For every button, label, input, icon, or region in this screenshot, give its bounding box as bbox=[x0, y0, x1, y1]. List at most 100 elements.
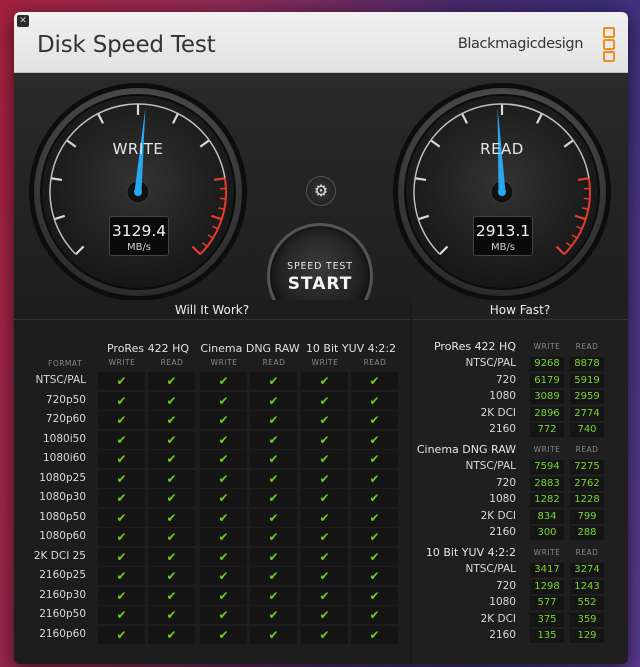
how-fast-read-value: 552 bbox=[570, 596, 604, 610]
read-gauge-dial bbox=[393, 83, 611, 301]
format-row-label: 2160p60 bbox=[39, 627, 86, 640]
how-fast-group-header: Cinema DNG RAW bbox=[416, 443, 516, 456]
how-fast-row-label: 1080 bbox=[489, 390, 516, 402]
how-fast-read-value: 1243 bbox=[570, 579, 604, 594]
format-row-label: 1080p30 bbox=[39, 491, 86, 503]
how-fast-read-value: 359 bbox=[570, 612, 604, 627]
will-it-work-group-header: Cinema DNG RAW bbox=[200, 342, 300, 355]
compatibility-check-icon: ✔ bbox=[351, 430, 398, 449]
will-it-work-write-subheader: WRITE bbox=[311, 358, 339, 367]
format-row-label: NTSC/PAL bbox=[35, 374, 87, 386]
compatibility-check-icon: ✔ bbox=[98, 450, 145, 468]
format-row-label: 720p50 bbox=[45, 393, 86, 406]
how-fast-write-value: 300 bbox=[530, 526, 564, 540]
compatibility-check-icon: ✔ bbox=[250, 547, 297, 566]
compatibility-check-icon: ✔ bbox=[200, 547, 247, 566]
compatibility-check-icon: ✔ bbox=[98, 586, 145, 605]
compatibility-check-icon: ✔ bbox=[98, 411, 145, 429]
compatibility-check-icon: ✔ bbox=[250, 430, 297, 449]
how-fast-row-label: 1080 bbox=[489, 596, 516, 608]
compatibility-check-icon: ✔ bbox=[200, 567, 247, 585]
how-fast-table: How Fast? ProRes 422 HQ WRITE READ NTSC/PAL… bbox=[412, 300, 628, 664]
app-title: Disk Speed Test bbox=[37, 32, 216, 58]
how-fast-row-label: NTSC/PAL bbox=[465, 460, 517, 472]
compatibility-check-icon: ✔ bbox=[301, 528, 348, 546]
format-row-label: 1080i60 bbox=[43, 452, 86, 464]
how-fast-row-label: 720 bbox=[495, 476, 516, 489]
read-gauge-label: READ bbox=[480, 140, 524, 158]
compatibility-check-icon: ✔ bbox=[301, 372, 348, 390]
how-fast-row-label: 2160 bbox=[489, 629, 516, 641]
how-fast-write-value: 3417 bbox=[530, 563, 564, 577]
section-divider bbox=[412, 319, 628, 320]
read-speed-readout: 2913.1 MB/s bbox=[473, 216, 533, 256]
compatibility-check-icon: ✔ bbox=[98, 606, 145, 624]
how-fast-read-value: 129 bbox=[570, 629, 604, 643]
compatibility-check-icon: ✔ bbox=[200, 411, 247, 429]
how-fast-read-subheader: READ bbox=[575, 445, 599, 454]
blackmagic-logo-icon bbox=[603, 27, 615, 62]
how-fast-read-value: 2774 bbox=[570, 406, 604, 421]
compatibility-check-icon: ✔ bbox=[250, 567, 297, 585]
compatibility-check-icon: ✔ bbox=[148, 372, 195, 390]
how-fast-write-value: 2883 bbox=[530, 476, 564, 491]
how-fast-write-subheader: WRITE bbox=[533, 342, 561, 351]
compatibility-check-icon: ✔ bbox=[98, 469, 145, 488]
how-fast-write-value: 7594 bbox=[530, 460, 564, 474]
how-fast-group-header: 10 Bit YUV 4:2:2 bbox=[425, 546, 516, 559]
how-fast-write-value: 3089 bbox=[530, 390, 564, 404]
title-bar: ✕ Disk Speed Test Blackmagicdesign bbox=[14, 12, 628, 73]
how-fast-write-value: 1282 bbox=[530, 493, 564, 507]
compatibility-check-icon: ✔ bbox=[98, 391, 145, 410]
compatibility-check-icon: ✔ bbox=[148, 508, 195, 527]
how-fast-row-label: 1080 bbox=[489, 493, 516, 505]
compatibility-check-icon: ✔ bbox=[98, 547, 145, 566]
gauge-needle-cap bbox=[498, 188, 506, 196]
how-fast-read-value: 8878 bbox=[570, 357, 604, 371]
compatibility-check-icon: ✔ bbox=[250, 489, 297, 507]
compatibility-check-icon: ✔ bbox=[200, 489, 247, 507]
will-it-work-read-subheader: READ bbox=[160, 358, 184, 367]
write-gauge: WRITE 3129.4 MB/s bbox=[26, 80, 250, 304]
how-fast-write-subheader: WRITE bbox=[533, 548, 561, 557]
compatibility-check-icon: ✔ bbox=[98, 528, 145, 546]
compatibility-check-icon: ✔ bbox=[250, 372, 297, 390]
compatibility-check-icon: ✔ bbox=[351, 508, 398, 527]
compatibility-check-icon: ✔ bbox=[200, 625, 247, 644]
close-button[interactable]: ✕ bbox=[17, 15, 29, 27]
read-speed-value: 2913.1 bbox=[475, 222, 531, 240]
format-row-label: 720p60 bbox=[45, 413, 86, 425]
start-button-caption: SPEED TEST bbox=[287, 261, 353, 272]
compatibility-check-icon: ✔ bbox=[200, 606, 247, 624]
how-fast-read-value: 7275 bbox=[570, 460, 604, 474]
format-row-label: 1080p60 bbox=[39, 530, 86, 542]
how-fast-write-subheader: WRITE bbox=[533, 445, 561, 454]
compatibility-check-icon: ✔ bbox=[301, 430, 348, 449]
will-it-work-table: Will It Work? FORMAT ProRes 422 HQ WRITE R… bbox=[14, 300, 410, 664]
how-fast-write-value: 375 bbox=[530, 612, 564, 627]
write-speed-unit: MB/s bbox=[126, 242, 152, 253]
compatibility-check-icon: ✔ bbox=[250, 450, 297, 468]
compatibility-check-icon: ✔ bbox=[148, 469, 195, 488]
compatibility-check-icon: ✔ bbox=[351, 391, 398, 410]
compatibility-check-icon: ✔ bbox=[98, 430, 145, 449]
format-column-header: FORMAT bbox=[48, 359, 83, 368]
write-speed-value: 3129.4 bbox=[111, 222, 167, 240]
disk-speed-test-window: ✕ Disk Speed Test Blackmagicdesign WRITE… bbox=[14, 12, 628, 664]
compatibility-check-icon: ✔ bbox=[351, 547, 398, 566]
gauge-needle-cap bbox=[134, 188, 142, 196]
how-fast-read-value: 288 bbox=[570, 526, 604, 540]
how-fast-read-value: 2959 bbox=[570, 390, 604, 404]
compatibility-check-icon: ✔ bbox=[250, 508, 297, 527]
settings-button[interactable]: ⚙ bbox=[306, 176, 336, 206]
format-row-label: 1080p25 bbox=[39, 471, 86, 484]
compatibility-check-icon: ✔ bbox=[301, 411, 348, 429]
how-fast-row-label: 720 bbox=[495, 373, 516, 386]
compatibility-check-icon: ✔ bbox=[200, 430, 247, 449]
compatibility-check-icon: ✔ bbox=[250, 528, 297, 546]
how-fast-write-value: 834 bbox=[530, 509, 564, 524]
compatibility-check-icon: ✔ bbox=[250, 391, 297, 410]
write-gauge-label: WRITE bbox=[112, 140, 164, 158]
write-speed-readout: 3129.4 MB/s bbox=[109, 216, 169, 256]
compatibility-check-icon: ✔ bbox=[200, 508, 247, 527]
